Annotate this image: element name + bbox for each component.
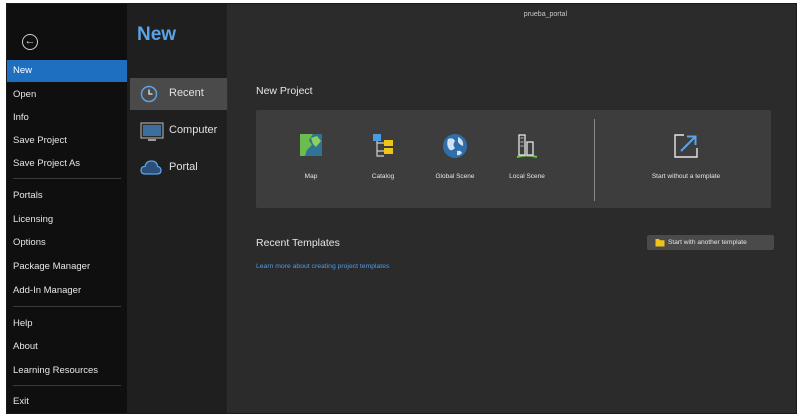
subnav-item-label: Recent: [169, 87, 204, 99]
subnav-item-recent[interactable]: Recent: [130, 78, 227, 110]
template-start-without[interactable]: Start without a template: [636, 110, 736, 208]
sidebar-item-add-in-manager[interactable]: Add-In Manager: [7, 280, 127, 302]
sidebar-item-open[interactable]: Open: [7, 84, 127, 106]
start-another-label: Start with another template: [668, 239, 747, 246]
sidebar-item-learning-resources[interactable]: Learning Resources: [7, 360, 127, 382]
learn-more-templates-link[interactable]: Learn more about creating project templa…: [256, 263, 389, 270]
template-catalog[interactable]: Catalog: [348, 110, 418, 208]
map-icon: [299, 133, 323, 162]
sidebar-item-help[interactable]: Help: [7, 313, 127, 335]
template-label: Map: [304, 173, 318, 180]
project-template-panel: Map Catalog Global Scene Local Scene Sta…: [256, 110, 771, 208]
sidebar-divider: [13, 385, 121, 386]
sidebar-item-options[interactable]: Options: [7, 232, 127, 254]
sidebar-item-info[interactable]: Info: [7, 107, 127, 129]
globe-icon: [442, 133, 468, 164]
template-global-scene[interactable]: Global Scene: [420, 110, 490, 208]
catalog-icon: [371, 133, 395, 164]
template-local-scene[interactable]: Local Scene: [492, 110, 562, 208]
sidebar-item-save-project[interactable]: Save Project: [7, 130, 127, 152]
subnav-panel: [127, 4, 228, 413]
template-label: Start without a template: [651, 173, 721, 180]
sidebar-divider: [13, 178, 121, 179]
sidebar-item-save-project-as[interactable]: Save Project As: [7, 153, 127, 175]
monitor-icon: [140, 122, 164, 147]
template-label: Local Scene: [509, 173, 545, 180]
sidebar-item-about[interactable]: About: [7, 336, 127, 358]
sidebar-item-portals[interactable]: Portals: [7, 185, 127, 207]
new-project-title: New Project: [256, 85, 313, 97]
app-window: prueba_portal ← New Open Info Save Proje…: [6, 3, 797, 414]
sidebar-item-licensing[interactable]: Licensing: [7, 209, 127, 231]
arrow-out-icon: [673, 133, 699, 164]
sidebar-divider: [13, 306, 121, 307]
back-arrow-icon[interactable]: ←: [22, 34, 38, 50]
recent-templates-title: Recent Templates: [256, 237, 340, 249]
sidebar-item-exit[interactable]: Exit: [7, 391, 127, 413]
cloud-icon: [140, 159, 162, 180]
subnav-item-label: Computer: [169, 124, 218, 136]
subnav-item-label: Portal: [169, 161, 198, 173]
subnav-item-portal[interactable]: Portal: [130, 152, 227, 184]
template-map[interactable]: Map: [276, 110, 346, 208]
template-label: Global Scene: [435, 173, 475, 180]
start-with-another-template-button[interactable]: Start with another template: [647, 235, 774, 250]
sidebar-item-new[interactable]: New: [7, 60, 127, 82]
sidebar-item-package-manager[interactable]: Package Manager: [7, 256, 127, 278]
template-label: Catalog: [371, 173, 395, 180]
subnav-item-computer[interactable]: Computer: [130, 115, 227, 147]
folder-icon: [655, 238, 665, 253]
page-title: New: [137, 24, 177, 45]
clock-icon: [140, 85, 158, 106]
local-scene-icon: [515, 133, 539, 164]
backstage-sidebar: ← New Open Info Save Project Save Projec…: [7, 4, 127, 413]
panel-divider: [594, 119, 595, 201]
